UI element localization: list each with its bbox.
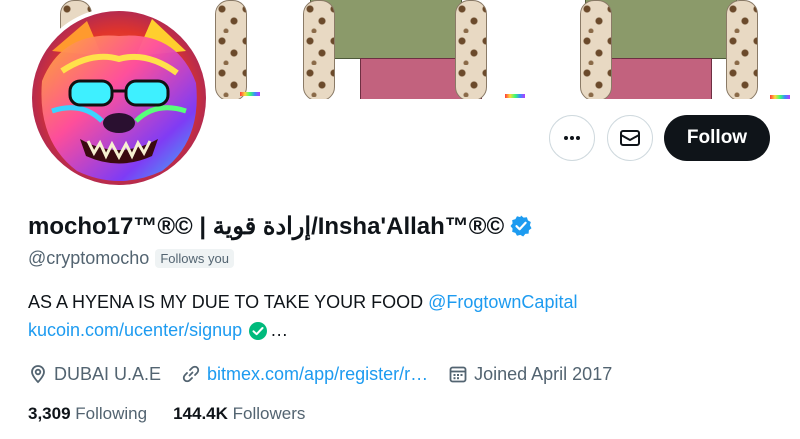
location-item: DUBAI U.A.E [28, 364, 161, 385]
profile-meta-row: DUBAI U.A.E bitmex.com/app/register/r… J… [28, 361, 632, 387]
banner-color-strip [505, 94, 525, 98]
avatar[interactable] [28, 7, 210, 189]
bio-text: AS A HYENA IS MY DUE TO TAKE YOUR FOOD [28, 292, 429, 312]
verified-badge-icon[interactable] [509, 214, 533, 238]
banner-color-strip [770, 95, 790, 99]
follow-stats: 3,309 Following 144.4K Followers [28, 404, 331, 424]
followers-count: 144.4K [173, 404, 228, 423]
banner-arm [215, 0, 247, 99]
banner-arm [455, 0, 487, 99]
envelope-icon [620, 130, 640, 146]
website-item: bitmex.com/app/register/r… [181, 364, 428, 385]
banner-arm [726, 0, 758, 99]
website-link[interactable]: bitmex.com/app/register/r… [207, 364, 428, 385]
bio-line-2: kucoin.com/ucenter/signup … [28, 320, 288, 341]
joined-date: Joined April 2017 [474, 363, 613, 384]
bio-mention-link[interactable]: @FrogtownCapital [428, 292, 577, 312]
username-handle: @cryptomocho [28, 247, 150, 268]
followers-label: Followers [232, 404, 306, 423]
link-icon [182, 365, 200, 383]
following-label: Following [75, 404, 148, 423]
location-text: DUBAI U.A.E [54, 363, 162, 384]
banner-arm [580, 0, 612, 99]
follows-you-badge: Follows you [155, 248, 234, 268]
bio-url-link[interactable]: kucoin.com/ucenter/signup [28, 320, 242, 341]
joined-item: Joined April 2017 [448, 364, 612, 385]
more-button[interactable] [549, 115, 595, 161]
bio-line-1: AS A HYENA IS MY DUE TO TAKE YOUR FOOD @… [28, 292, 577, 313]
more-icon [564, 136, 580, 140]
handle-row: @cryptomocho Follows you [28, 246, 234, 270]
banner-color-strip [240, 92, 260, 96]
green-check-icon [249, 321, 268, 340]
display-name: mocho17™®© | إرادة قوية/Insha'Allah™®© [28, 212, 505, 240]
followers-stat[interactable]: 144.4K Followers [173, 404, 305, 424]
bio-ellipsis: … [270, 320, 289, 340]
following-count: 3,309 [28, 404, 71, 423]
follow-button[interactable]: Follow [664, 115, 770, 161]
display-name-row: mocho17™®© | إرادة قوية/Insha'Allah™®© [28, 209, 533, 243]
banner-arm [303, 0, 335, 99]
calendar-icon [449, 366, 467, 383]
hyena-avatar-image [32, 11, 206, 185]
location-pin-icon [31, 365, 45, 384]
following-stat[interactable]: 3,309 Following [28, 404, 147, 424]
message-button[interactable] [607, 115, 653, 161]
